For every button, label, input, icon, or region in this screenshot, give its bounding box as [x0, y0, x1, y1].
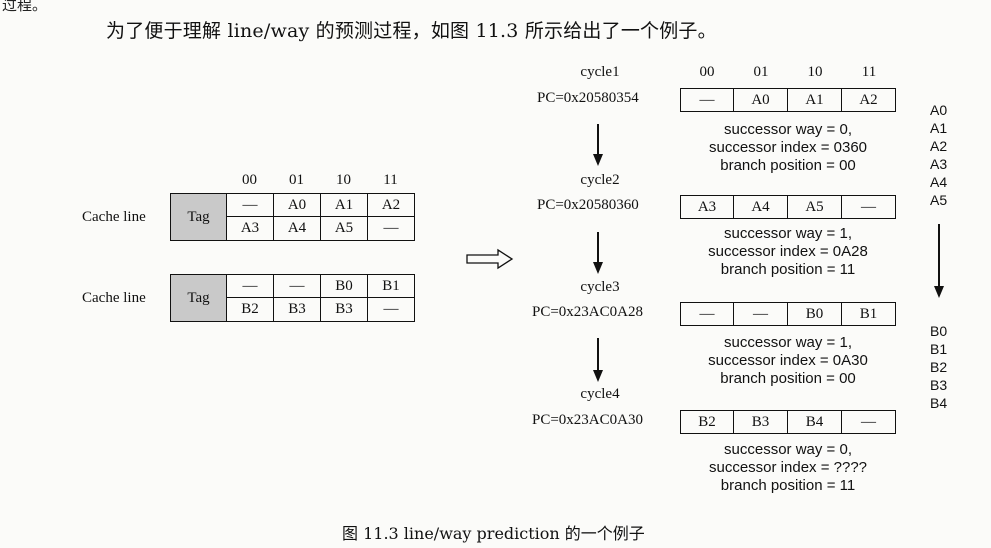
cycle4-cell: — [842, 410, 896, 434]
cycle-header-01: 01 [753, 64, 769, 80]
cache-header-11: 11 [383, 172, 398, 188]
cycle3-cells: — — B0 B1 [680, 302, 896, 326]
cycle1-label: cycle1 [580, 64, 620, 80]
cycle2-info: successor way = 1, successor index = 0A2… [668, 225, 908, 279]
cycle1-pc: PC=0x20580354 [537, 90, 639, 106]
cycle1-cell: A1 [788, 88, 842, 112]
cycle1-cell: — [680, 88, 734, 112]
cache-line-1-cell: A4 [274, 217, 321, 241]
cache-line-1-cell: A0 [274, 193, 321, 217]
cache-header-10: 10 [336, 172, 351, 188]
intro-text: 为了便于理解 line/way 的预测过程，如图 11.3 所示给出了一个例子。 [106, 20, 717, 42]
cache-line-2-cell: B0 [321, 274, 368, 298]
cycle2-cell: A3 [680, 195, 734, 219]
cache-line-1: Tag — A0 A1 A2 A3 A4 A5 — [170, 193, 415, 241]
cache-line-1-cell: — [227, 193, 274, 217]
transition-arrow-icon [466, 248, 514, 270]
cache-line-2: Tag — — B0 B1 B2 B3 B3 — [170, 274, 415, 322]
sequence-b-item: B1 [930, 341, 948, 357]
cycle3-down-arrow [593, 338, 603, 382]
cache-headers: 00 01 10 11 [226, 172, 414, 189]
cycle2-cell: A4 [734, 195, 788, 219]
sequence-a-item: A5 [930, 192, 948, 208]
sequence-down-arrow [934, 224, 944, 298]
cache-line-1-tag: Tag [170, 193, 227, 241]
sequence-a-item: A1 [930, 120, 948, 136]
cache-line-1-label: Cache line [82, 209, 146, 225]
cycle4-info: successor way = 0, successor index = ???… [668, 441, 908, 495]
cache-line-1-cell: A3 [227, 217, 274, 241]
cycle3-cell: B1 [842, 302, 896, 326]
cycle2-successor-index: successor index = 0A28 [708, 243, 868, 260]
cycle2-branch-position: branch position = 11 [720, 261, 856, 278]
sequence-a-item: A3 [930, 156, 948, 172]
cycle4-branch-position: branch position = 11 [720, 477, 856, 494]
cycle2-pc: PC=0x20580360 [537, 197, 639, 213]
cycle4-cell: B2 [680, 410, 734, 434]
cycle4-pc: PC=0x23AC0A30 [532, 412, 643, 428]
cycle4-cells: B2 B3 B4 — [680, 410, 896, 434]
cycle1-branch-position: branch position = 00 [720, 157, 856, 174]
cycle2-down-arrow [593, 232, 603, 274]
cycle3-pc: PC=0x23AC0A28 [532, 304, 643, 320]
cache-line-2-cell: B2 [227, 298, 274, 322]
cache-header-01: 01 [289, 172, 304, 188]
sequence-b-item: B4 [930, 395, 948, 411]
cache-line-1-cell: A2 [368, 193, 415, 217]
cache-line-2-cell: — [368, 298, 415, 322]
cycle1-cell: A2 [842, 88, 896, 112]
cache-line-2-tag: Tag [170, 274, 227, 322]
cache-line-2-label: Cache line [82, 290, 146, 306]
cycle4-label: cycle4 [580, 386, 620, 402]
cycle4-successor-index: successor index = ???? [708, 459, 867, 476]
cycle1-cell: A0 [734, 88, 788, 112]
cycle1-info: successor way = 0, successor index = 036… [668, 121, 908, 175]
page-fragment: 过程。 [2, 0, 48, 14]
cycle3-successor-index: successor index = 0A30 [708, 352, 868, 369]
cycle3-successor-way: successor way = 1, [724, 334, 852, 351]
cycle-header-00: 00 [699, 64, 715, 80]
cycle3-label: cycle3 [580, 279, 620, 295]
cycle1-successor-way: successor way = 0, [724, 121, 852, 138]
cycle4-cell: B4 [788, 410, 842, 434]
cache-line-2-cell: — [227, 274, 274, 298]
sequence-b-item: B0 [930, 323, 948, 339]
cycle3-cell: — [734, 302, 788, 326]
cycle2-cells: A3 A4 A5 — [680, 195, 896, 219]
cycle3-info: successor way = 1, successor index = 0A3… [668, 334, 908, 388]
sequence-b-item: B3 [930, 377, 948, 393]
sequence-b-item: B2 [930, 359, 948, 375]
cycle1-cells: — A0 A1 A2 [680, 88, 896, 112]
cache-line-2-cell: — [274, 274, 321, 298]
sequence-a-item: A4 [930, 174, 948, 190]
cache-line-2-cell: B3 [321, 298, 368, 322]
figure-caption: 图 11.3 line/way prediction 的一个例子 [342, 524, 645, 543]
cache-line-1-cell: A5 [321, 217, 368, 241]
cycle2-label: cycle2 [580, 172, 620, 188]
cycle-header-11: 11 [861, 64, 877, 80]
cycle3-cell: B0 [788, 302, 842, 326]
sequence-a-item: A2 [930, 138, 948, 154]
cache-line-2-cell: B1 [368, 274, 415, 298]
cycle4-successor-way: successor way = 0, [724, 441, 852, 458]
cycle4-cell: B3 [734, 410, 788, 434]
cache-line-1-cell: A1 [321, 193, 368, 217]
sequence-b: B0 B1 B2 B3 B4 [930, 322, 947, 412]
cycle-header-10: 10 [807, 64, 823, 80]
cache-line-1-cell: — [368, 217, 415, 241]
cycle-headers: 00 01 10 11 [680, 64, 896, 81]
sequence-a: A0 A1 A2 A3 A4 A5 [930, 101, 947, 209]
cycle3-branch-position: branch position = 00 [720, 370, 856, 387]
cycle2-cell: — [842, 195, 896, 219]
cache-line-2-cell: B3 [274, 298, 321, 322]
sequence-a-item: A0 [930, 102, 948, 118]
cycle1-successor-index: successor index = 0360 [708, 139, 867, 156]
cache-header-00: 00 [242, 172, 257, 188]
cycle3-cell: — [680, 302, 734, 326]
cycle2-successor-way: successor way = 1, [724, 225, 852, 242]
cycle2-cell: A5 [788, 195, 842, 219]
cycle1-down-arrow [593, 124, 603, 166]
